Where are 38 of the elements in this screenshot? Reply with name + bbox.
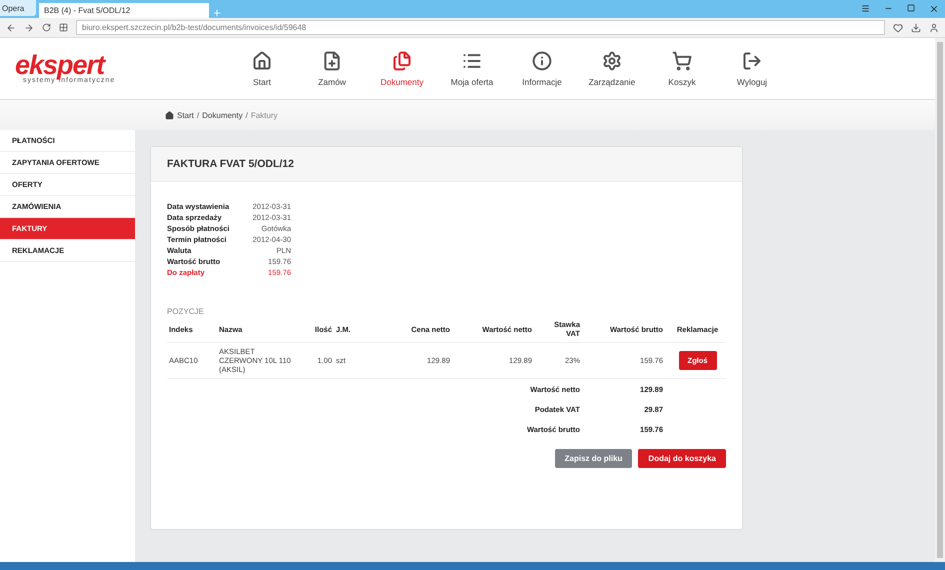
save-file-button[interactable]: Zapisz do pliku — [554, 449, 632, 468]
breadcrumb-link[interactable]: Start — [177, 110, 194, 120]
add-to-cart-button[interactable]: Dodaj do koszyka — [638, 449, 726, 468]
menu-icon[interactable] — [861, 4, 870, 13]
scrollbar[interactable] — [935, 38, 945, 562]
section-label: POZYCJE — [167, 307, 205, 316]
logout-icon — [742, 50, 762, 70]
nav-item[interactable]: Moja oferta — [440, 44, 504, 92]
cart-icon — [672, 50, 692, 70]
nav-item[interactable]: Wyloguj — [720, 44, 784, 92]
browser-tab[interactable]: B2B (4) - Fvat 5/ODL/12 — [39, 3, 209, 18]
reload-icon[interactable] — [42, 23, 51, 32]
breadcrumb-separator: / — [246, 110, 248, 120]
home-icon — [252, 50, 272, 70]
opera-menu-button[interactable]: Opera — [0, 0, 36, 16]
document-plus-icon — [322, 50, 342, 70]
info-icon — [532, 50, 552, 70]
nav-item[interactable]: Start — [230, 44, 294, 92]
nav-item[interactable]: Informacje — [510, 44, 574, 92]
nav-item[interactable]: Zarządzanie — [580, 44, 644, 92]
home-icon — [165, 110, 174, 120]
download-icon[interactable] — [911, 22, 921, 32]
close-icon[interactable] — [929, 4, 939, 14]
breadcrumb-separator: / — [196, 110, 200, 120]
invoice-title: FAKTURA FVAT 5/ODL/12 — [151, 147, 742, 182]
documents-icon — [392, 50, 412, 70]
address-field[interactable]: biuro.ekspert.szczecin.pl/b2b-test/documents/invoices/id/59648 — [76, 20, 885, 35]
nav-item[interactable]: Dokumenty — [370, 44, 434, 92]
heart-icon[interactable] — [893, 22, 903, 32]
settings-icon — [602, 50, 622, 70]
back-icon[interactable] — [6, 22, 16, 32]
breadcrumb-link[interactable]: Dokumenty — [202, 110, 243, 120]
grid-icon[interactable] — [59, 23, 68, 32]
nav-item[interactable]: Koszyk — [650, 44, 714, 92]
user-icon[interactable] — [929, 22, 939, 32]
nav-item[interactable]: Zamów — [300, 44, 364, 92]
maximize-icon[interactable] — [907, 4, 915, 12]
forward-icon[interactable] — [24, 22, 34, 32]
